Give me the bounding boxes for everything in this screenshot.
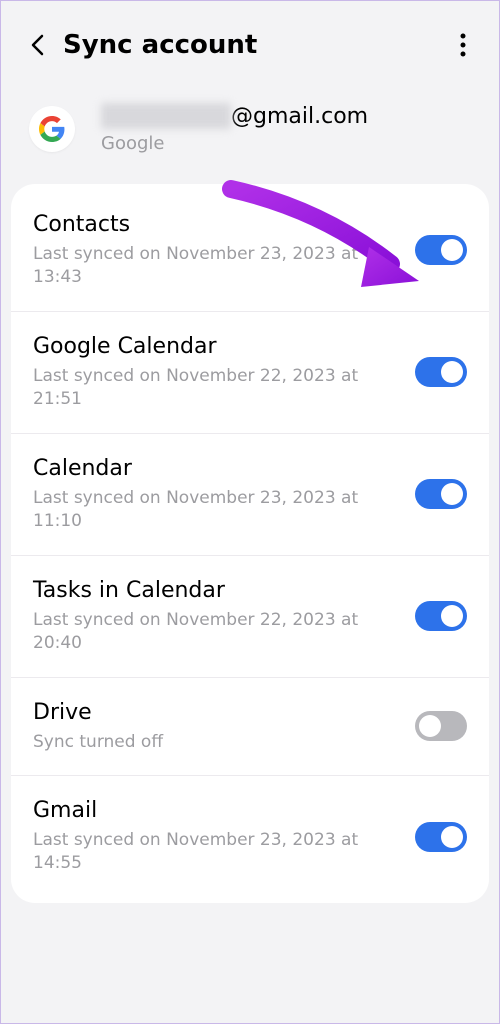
toggle-tasks-in-calendar[interactable] (415, 601, 467, 631)
account-provider: Google (101, 133, 368, 154)
page-title: Sync account (63, 30, 443, 60)
back-button[interactable] (17, 25, 57, 65)
sync-item-title: Drive (33, 700, 399, 725)
redacted-email-prefix (101, 103, 231, 129)
sync-item-subtitle: Last synced on November 22, 2023 at 20:4… (33, 609, 399, 655)
sync-item-subtitle: Last synced on November 23, 2023 at 13:4… (33, 243, 399, 289)
toggle-calendar[interactable] (415, 479, 467, 509)
sync-item-title: Google Calendar (33, 334, 399, 359)
more-button[interactable] (443, 25, 483, 65)
sync-item-subtitle: Last synced on November 23, 2023 at 11:1… (33, 487, 399, 533)
more-vertical-icon (460, 33, 466, 57)
sync-item-title: Tasks in Calendar (33, 578, 399, 603)
sync-item-calendar[interactable]: Calendar Last synced on November 23, 202… (11, 434, 489, 556)
sync-item-google-calendar[interactable]: Google Calendar Last synced on November … (11, 312, 489, 434)
account-text: @gmail.com Google (101, 103, 368, 154)
google-logo-icon (29, 106, 75, 152)
sync-item-subtitle: Last synced on November 23, 2023 at 14:5… (33, 829, 399, 875)
sync-item-gmail[interactable]: Gmail Last synced on November 23, 2023 a… (11, 776, 489, 897)
chevron-left-icon (30, 34, 44, 56)
sync-item-tasks-in-calendar[interactable]: Tasks in Calendar Last synced on Novembe… (11, 556, 489, 678)
sync-item-contacts[interactable]: Contacts Last synced on November 23, 202… (11, 190, 489, 312)
toggle-drive[interactable] (415, 711, 467, 741)
sync-item-subtitle: Sync turned off (33, 731, 399, 754)
account-email: @gmail.com (101, 103, 368, 129)
header: Sync account (1, 1, 499, 81)
sync-item-title: Gmail (33, 798, 399, 823)
sync-item-subtitle: Last synced on November 22, 2023 at 21:5… (33, 365, 399, 411)
sync-list-card: Contacts Last synced on November 23, 202… (11, 184, 489, 903)
toggle-gmail[interactable] (415, 822, 467, 852)
sync-item-title: Contacts (33, 212, 399, 237)
account-info: @gmail.com Google (1, 81, 499, 184)
toggle-google-calendar[interactable] (415, 357, 467, 387)
sync-item-drive[interactable]: Drive Sync turned off (11, 678, 489, 777)
email-suffix: @gmail.com (231, 104, 368, 129)
sync-item-title: Calendar (33, 456, 399, 481)
toggle-contacts[interactable] (415, 235, 467, 265)
